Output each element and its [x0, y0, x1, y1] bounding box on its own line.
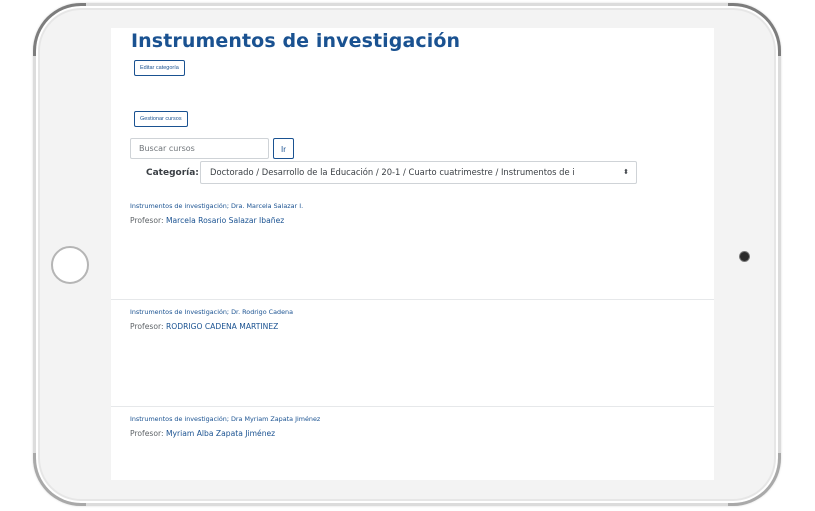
course-teacher: Profesor: RODRIGO CADENA MARTINEZ [130, 321, 278, 333]
tablet-screen: Instrumentos de investigación Editar cat… [111, 28, 714, 480]
course-item: Instrumentos de investigación; Dra. Marc… [130, 201, 714, 307]
course-teacher: Profesor: Marcela Rosario Salazar Ibañez [130, 215, 284, 227]
teacher-name-link[interactable]: Marcela Rosario Salazar Ibañez [166, 216, 284, 225]
teacher-label: Profesor: [130, 322, 166, 331]
teacher-label: Profesor: [130, 429, 166, 438]
course-teacher: Profesor: Myriam Alba Zapata Jiménez [130, 428, 275, 440]
teacher-label: Profesor: [130, 216, 166, 225]
course-title-link[interactable]: Instrumentos de investigación; Dra. Marc… [130, 201, 303, 211]
category-select[interactable]: Doctorado / Desarrollo de la Educación /… [200, 161, 637, 184]
teacher-name-link[interactable]: RODRIGO CADENA MARTINEZ [166, 322, 278, 331]
sort-caret-icon: ⬍ [623, 168, 629, 176]
teacher-name-link[interactable]: Myriam Alba Zapata Jiménez [166, 429, 275, 438]
search-go-button[interactable]: Ir [273, 138, 294, 159]
course-divider [111, 406, 714, 407]
course-title-link[interactable]: Instrumentos de investigación; Dra Myria… [130, 414, 320, 424]
home-button-icon[interactable] [51, 246, 89, 284]
course-title-link[interactable]: Instrumentos de Investigación; Dr. Rodri… [130, 307, 293, 317]
camera-icon [740, 252, 749, 261]
course-item: Instrumentos de investigación; Dra Myria… [130, 414, 714, 480]
category-select-value: Doctorado / Desarrollo de la Educación /… [210, 167, 575, 177]
category-label: Categoría: [146, 168, 199, 178]
page-title: Instrumentos de investigación [131, 30, 461, 52]
search-courses-input[interactable] [130, 138, 269, 159]
course-item: Instrumentos de Investigación; Dr. Rodri… [130, 307, 714, 413]
edit-category-button[interactable]: Editar categoría [134, 60, 185, 76]
course-divider [111, 299, 714, 300]
manage-courses-button[interactable]: Gestionar cursos [134, 111, 188, 127]
